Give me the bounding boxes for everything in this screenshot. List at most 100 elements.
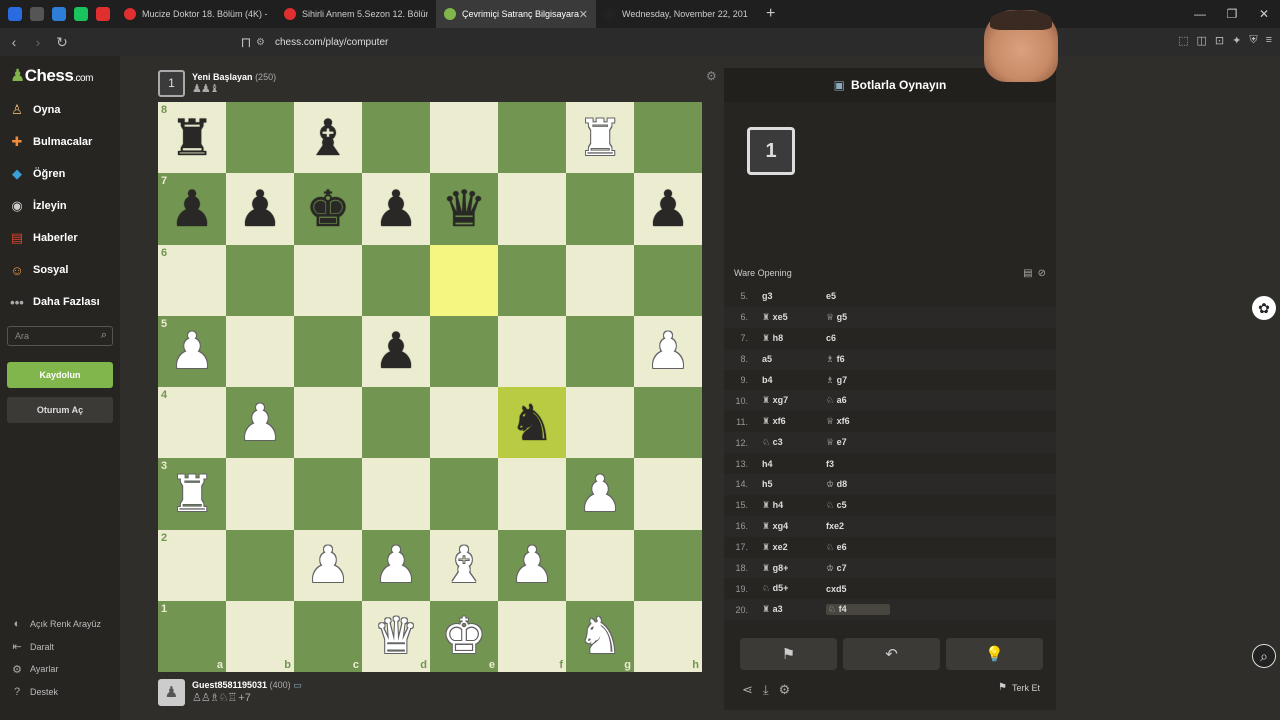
black-king-icon[interactable]: ♚ bbox=[306, 184, 351, 234]
black-pawn-icon[interactable]: ♟ bbox=[646, 184, 691, 234]
square-h7[interactable]: ♟ bbox=[634, 173, 702, 245]
white-knight-icon[interactable]: ♞ bbox=[578, 611, 623, 661]
black-move[interactable]: ♔ c7 bbox=[826, 563, 890, 574]
opponent-name[interactable]: Yeni Başlayan (250) bbox=[192, 72, 276, 82]
square-h8[interactable] bbox=[634, 102, 702, 174]
search-input[interactable]: Ara ⌕ bbox=[7, 326, 113, 346]
sidebar-bottom-help[interactable]: ? Destek bbox=[10, 684, 58, 700]
kick-icon[interactable] bbox=[74, 7, 88, 21]
chess-logo[interactable]: ♟Chess.com bbox=[10, 66, 93, 86]
reload-button[interactable]: ↻ bbox=[52, 34, 72, 51]
black-move[interactable]: cxd5 bbox=[826, 584, 890, 594]
square-a8[interactable]: 8 ♜ bbox=[158, 102, 226, 174]
square-c4[interactable] bbox=[294, 387, 362, 459]
black-queen-icon[interactable]: ♛ bbox=[442, 184, 487, 234]
white-pawn-icon[interactable]: ♟ bbox=[510, 540, 555, 590]
extension-icon[interactable]: ⬚ bbox=[1178, 34, 1188, 47]
close-tab-icon[interactable]: ✕ bbox=[579, 8, 588, 21]
square-f5[interactable] bbox=[498, 315, 566, 387]
square-e5[interactable] bbox=[430, 315, 498, 387]
square-b1[interactable]: b bbox=[226, 600, 294, 672]
square-g4[interactable] bbox=[566, 387, 634, 459]
ai-icon[interactable] bbox=[52, 7, 66, 21]
download-icon[interactable]: ⤓ bbox=[763, 682, 769, 698]
user-avatar[interactable]: ♟ bbox=[158, 678, 185, 706]
white-queen-icon[interactable]: ♛ bbox=[374, 611, 419, 661]
white-move[interactable]: h4 bbox=[762, 459, 826, 469]
white-pawn-icon[interactable]: ♟ bbox=[646, 326, 691, 376]
square-f8[interactable] bbox=[498, 102, 566, 174]
white-move[interactable]: ♜ xg4 bbox=[762, 521, 826, 532]
square-e8[interactable] bbox=[430, 102, 498, 174]
square-b8[interactable] bbox=[226, 102, 294, 174]
white-move[interactable]: ♜ xe5 bbox=[762, 312, 826, 323]
white-pawn-icon[interactable]: ♟ bbox=[578, 469, 623, 519]
square-e1[interactable]: e ♚ bbox=[430, 600, 498, 672]
square-g1[interactable]: g ♞ bbox=[566, 600, 634, 672]
black-pawn-icon[interactable]: ♟ bbox=[238, 184, 283, 234]
back-button[interactable]: ‹ bbox=[4, 34, 24, 50]
bookmark-icon[interactable]: ⊓ bbox=[236, 34, 256, 51]
shield-icon[interactable]: ⛨ bbox=[1249, 34, 1257, 47]
black-pawn-icon[interactable]: ♟ bbox=[374, 184, 419, 234]
board-settings-icon[interactable]: ⚙ bbox=[706, 69, 717, 83]
square-e6[interactable] bbox=[430, 244, 498, 316]
white-move[interactable]: g3 bbox=[762, 291, 826, 301]
compass-icon[interactable]: ⊘ bbox=[1038, 268, 1046, 279]
minimize-button[interactable]: — bbox=[1184, 0, 1216, 28]
square-d1[interactable]: d ♛ bbox=[362, 600, 430, 672]
black-rook-icon[interactable]: ♜ bbox=[170, 113, 215, 163]
chess-board[interactable]: 8 ♜ ♝ ♜ 7 ♟ ♟ ♚ ♟ ♛ ♟ 6 5 ♟ ♟ ♟ 4 ♟ ♞ 3 ♜ ♟ 2 ♟ ♟ ♝ ♟ 1 a b c d ♛ e ♚ f g ♞ h bbox=[158, 102, 702, 672]
forward-button[interactable]: › bbox=[28, 34, 48, 50]
browser-app-icon[interactable] bbox=[8, 7, 22, 21]
square-a7[interactable]: 7 ♟ bbox=[158, 173, 226, 245]
openai-icon[interactable]: ✿ bbox=[1252, 296, 1276, 320]
sidebar-item-more[interactable]: ••• Daha Fazlası bbox=[8, 291, 99, 313]
square-d3[interactable] bbox=[362, 458, 430, 530]
square-a5[interactable]: 5 ♟ bbox=[158, 315, 226, 387]
sidebar-bottom-settings[interactable]: ⚙ Ayarlar bbox=[10, 661, 58, 677]
player-name[interactable]: Guest8581195031 (400) ▭ bbox=[192, 680, 302, 691]
white-move[interactable]: ♜ a3 bbox=[762, 604, 826, 615]
square-f2[interactable]: ♟ bbox=[498, 529, 566, 601]
white-pawn-icon[interactable]: ♟ bbox=[374, 540, 419, 590]
sidebar-item-news[interactable]: ▤ Haberler bbox=[8, 227, 78, 249]
black-move[interactable]: fxe2 bbox=[826, 521, 890, 531]
square-a3[interactable]: 3 ♜ bbox=[158, 458, 226, 530]
square-f7[interactable] bbox=[498, 173, 566, 245]
square-c2[interactable]: ♟ bbox=[294, 529, 362, 601]
extension-icon[interactable]: ◫ bbox=[1196, 34, 1206, 47]
square-f4[interactable]: ♞ bbox=[498, 387, 566, 459]
square-a1[interactable]: 1a bbox=[158, 600, 226, 672]
black-knight-icon[interactable]: ♞ bbox=[510, 398, 555, 448]
square-g8[interactable]: ♜ bbox=[566, 102, 634, 174]
settings-icon[interactable]: ⚙ bbox=[779, 682, 791, 698]
square-e3[interactable] bbox=[430, 458, 498, 530]
address-bar[interactable]: ⚙ chess.com/play/computer bbox=[256, 31, 976, 53]
white-move[interactable]: ♜ g8+ bbox=[762, 563, 826, 574]
square-c7[interactable]: ♚ bbox=[294, 173, 362, 245]
black-move[interactable]: e5 bbox=[826, 291, 890, 301]
sidebar-bottom-contrast[interactable]: ◐ Açık Renk Arayüz bbox=[10, 616, 101, 632]
white-move[interactable]: b4 bbox=[762, 375, 826, 385]
extension-icon[interactable] bbox=[30, 7, 44, 21]
takeback-button[interactable]: ↶ bbox=[843, 638, 940, 670]
site-settings-icon[interactable]: ⚙ bbox=[256, 37, 265, 48]
black-pawn-icon[interactable]: ♟ bbox=[374, 326, 419, 376]
sidebar-item-puzzle[interactable]: ✚ Bulmacalar bbox=[8, 131, 93, 153]
hint-button[interactable]: 💡 bbox=[946, 638, 1043, 670]
black-move[interactable]: f3 bbox=[826, 459, 890, 469]
square-h1[interactable]: h bbox=[634, 600, 702, 672]
square-e4[interactable] bbox=[430, 387, 498, 459]
square-g7[interactable] bbox=[566, 173, 634, 245]
square-d8[interactable] bbox=[362, 102, 430, 174]
resign-button[interactable]: ⚑ Terk Et bbox=[998, 682, 1040, 693]
black-move[interactable]: ♗ g7 bbox=[826, 375, 890, 386]
zoom-icon[interactable]: ⌕ bbox=[1252, 644, 1276, 668]
square-h3[interactable] bbox=[634, 458, 702, 530]
square-b6[interactable] bbox=[226, 244, 294, 316]
square-b5[interactable] bbox=[226, 315, 294, 387]
square-d7[interactable]: ♟ bbox=[362, 173, 430, 245]
square-e7[interactable]: ♛ bbox=[430, 173, 498, 245]
sidebar-item-watch[interactable]: ◉ İzleyin bbox=[8, 195, 66, 217]
